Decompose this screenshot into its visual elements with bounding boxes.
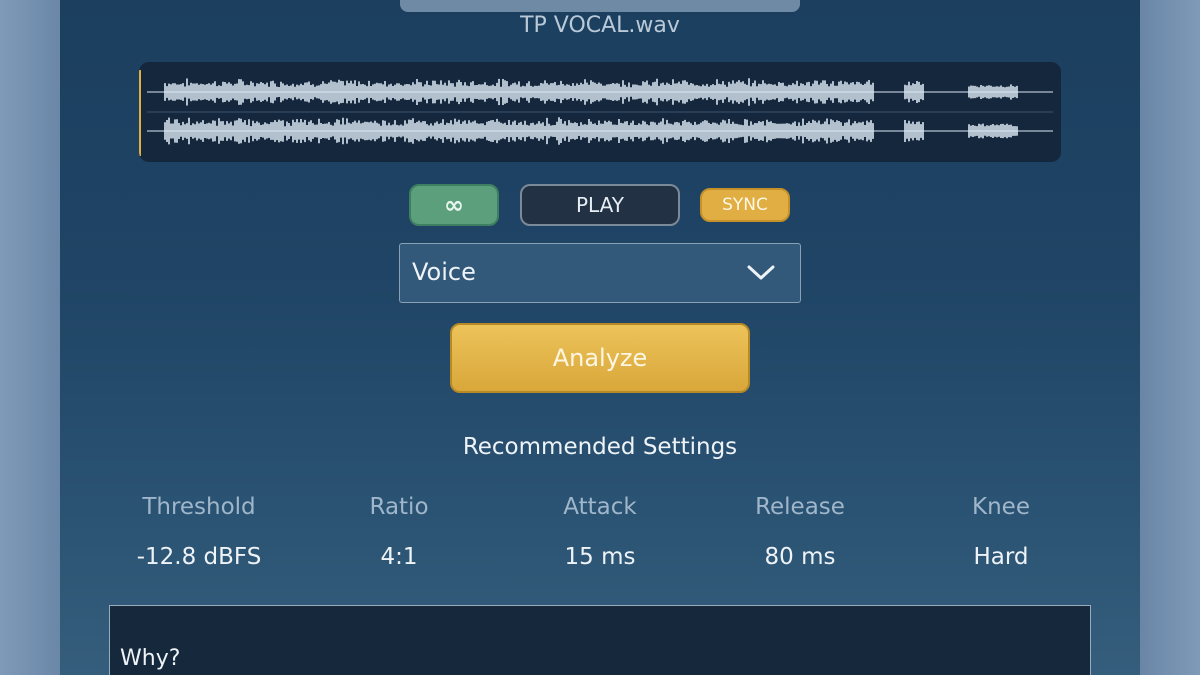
setting-value: 80 ms	[764, 544, 836, 570]
file-name: TP VOCAL.wav	[520, 13, 680, 38]
setting-knee: Knee Hard	[891, 494, 1111, 570]
settings-grid: Threshold -12.8 dBFS Ratio 4:1 Attack 15…	[60, 494, 1140, 574]
waveform-svg	[139, 70, 1053, 156]
transport-controls: ∞ PLAY SYNC	[60, 184, 1140, 228]
setting-label: Threshold	[142, 494, 256, 520]
preset-selected-value: Voice	[412, 258, 476, 286]
setting-label: Release	[755, 494, 845, 520]
setting-ratio: Ratio 4:1	[289, 494, 509, 570]
why-explanation-box: Why?	[109, 605, 1091, 675]
why-label: Why?	[120, 646, 181, 671]
recommended-settings-title: Recommended Settings	[462, 434, 738, 460]
waveform-display[interactable]	[139, 62, 1061, 162]
setting-label: Attack	[563, 494, 637, 520]
setting-label: Knee	[972, 494, 1030, 520]
setting-attack: Attack 15 ms	[490, 494, 710, 570]
setting-label: Ratio	[369, 494, 429, 520]
infinity-icon: ∞	[444, 191, 464, 219]
setting-release: Release 80 ms	[690, 494, 910, 570]
setting-value: Hard	[973, 544, 1029, 570]
chevron-down-icon	[747, 265, 775, 280]
setting-threshold: Threshold -12.8 dBFS	[89, 494, 309, 570]
play-button[interactable]: PLAY	[520, 184, 680, 226]
setting-value: -12.8 dBFS	[136, 544, 262, 570]
setting-value: 4:1	[380, 544, 418, 570]
file-drop-slot[interactable]	[400, 0, 800, 12]
compressor-panel: TP VOCAL.wav ∞ PLAY SYNC Voice Analyze R…	[60, 0, 1140, 675]
loop-button[interactable]: ∞	[409, 184, 499, 226]
analyze-button[interactable]: Analyze	[450, 323, 750, 393]
setting-value: 15 ms	[564, 544, 636, 570]
sync-button[interactable]: SYNC	[700, 188, 790, 222]
preset-select[interactable]: Voice	[399, 243, 801, 303]
